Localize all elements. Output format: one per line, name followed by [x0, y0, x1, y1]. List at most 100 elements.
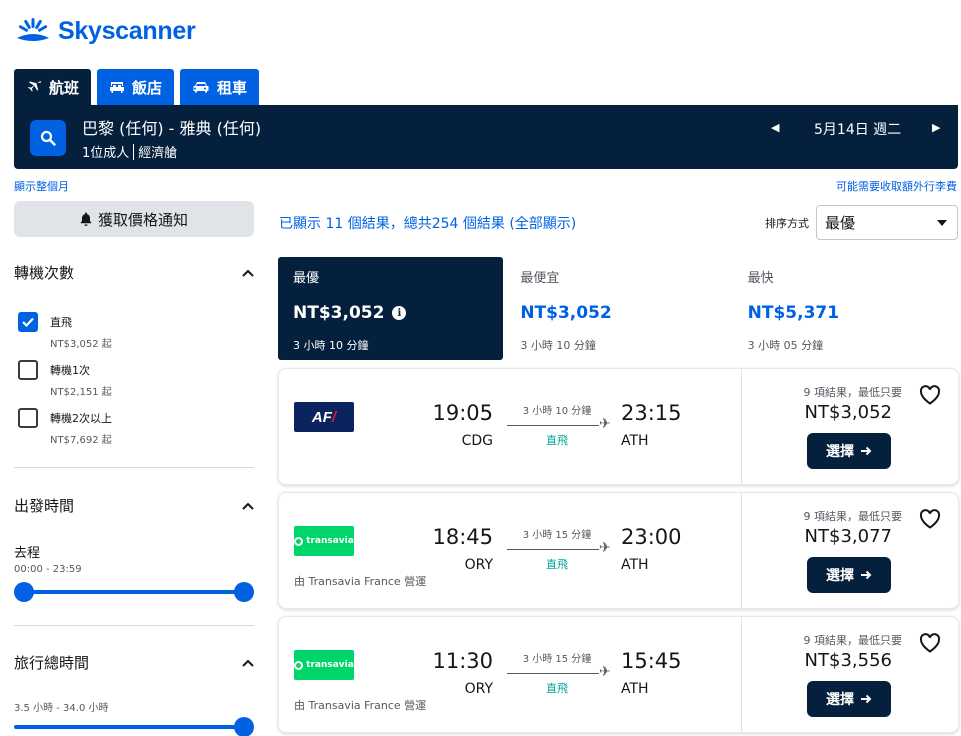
- search-button[interactable]: [30, 120, 66, 156]
- flight-duration: 3 小時 10 分鐘: [522, 406, 592, 417]
- results-summary[interactable]: 已顯示 11 個結果，總共254 個結果 (全部顯示): [279, 213, 576, 233]
- chevron-up-icon: [242, 269, 254, 277]
- sort-tab-name: 最快: [747, 271, 774, 286]
- arrow-right-icon: [861, 570, 872, 580]
- flight-duration: 3 小時 15 分鐘: [522, 654, 592, 665]
- plane-icon: ✈: [599, 540, 611, 556]
- product-tabs: 航班 飯店 租車: [14, 69, 260, 105]
- sort-label: 排序方式: [765, 217, 809, 230]
- departure-airport: ORY: [464, 557, 493, 573]
- heart-icon[interactable]: [919, 509, 941, 529]
- heart-icon[interactable]: [919, 385, 941, 405]
- airline-logo-text: transavia: [306, 536, 354, 546]
- duration-filter-title: 旅行總時間: [14, 654, 90, 672]
- sort-tab-best[interactable]: 最優 NT$3,052 i 3 小時 10 分鐘: [278, 257, 504, 360]
- cabin-class-text: 經濟艙: [138, 146, 178, 161]
- passenger-cabin[interactable]: 1位成人 經濟艙: [82, 142, 177, 161]
- plane-icon: [28, 81, 42, 92]
- route-line: [507, 425, 599, 426]
- price: NT$3,077: [804, 526, 892, 547]
- brand-name: Skyscanner: [58, 16, 196, 45]
- tab-label: 租車: [217, 78, 248, 97]
- heart-icon[interactable]: [919, 633, 941, 653]
- checkbox-unchecked[interactable]: [18, 360, 38, 380]
- slider-thumb-max[interactable]: [234, 717, 254, 736]
- sort-tab-name: 最優: [293, 271, 320, 286]
- duration-slider[interactable]: [14, 717, 254, 736]
- checkbox-unchecked[interactable]: [18, 408, 38, 428]
- skyscanner-logo[interactable]: Skyscanner: [14, 14, 196, 48]
- slider-thumb-min[interactable]: [14, 582, 34, 602]
- baggage-fees-link[interactable]: 可能需要收取額外行李費: [836, 178, 957, 194]
- stops-label: 直飛: [546, 682, 568, 695]
- arrow-right-icon: [861, 694, 872, 704]
- sunrise-icon: [17, 18, 49, 41]
- flight-result-card[interactable]: AF/ 19:05 CDG 3 小時 10 分鐘 ✈ 直飛 23:15 ATH …: [278, 368, 959, 485]
- price-alert-label: 獲取價格通知: [97, 210, 188, 229]
- filter-divider: [14, 625, 254, 626]
- bed-icon: [110, 82, 125, 93]
- checkmark-icon: [22, 317, 34, 327]
- stops-option-direct[interactable]: 直飛 NT$3,052 起: [18, 312, 112, 350]
- passengers-text: 1位成人: [82, 146, 130, 161]
- price: NT$3,556: [804, 650, 892, 671]
- route-line: [507, 549, 599, 550]
- airline-logo-text: transavia: [306, 660, 354, 670]
- tab-label: 航班: [49, 78, 80, 97]
- stops-label: 直飛: [546, 558, 568, 571]
- flight-result-card[interactable]: transavia 11:30 ORY 3 小時 15 分鐘 ✈ 直飛 15:4…: [278, 616, 959, 733]
- select-button[interactable]: 選擇: [807, 681, 891, 717]
- card-divider: [741, 617, 742, 732]
- departure-time-filter-header[interactable]: 出發時間: [14, 495, 254, 516]
- option-price: NT$7,692 起: [50, 435, 112, 446]
- select-button[interactable]: 選擇: [807, 557, 891, 593]
- option-price: NT$3,052 起: [50, 339, 112, 350]
- slider-thumb-max[interactable]: [234, 582, 254, 602]
- sort-select[interactable]: 最優: [816, 205, 958, 240]
- checkbox-checked[interactable]: [18, 312, 38, 332]
- plane-icon: ✈: [599, 416, 611, 432]
- departure-date[interactable]: 5月14日 週二: [814, 119, 901, 139]
- deals-count: 9 項結果，最低只要: [803, 510, 903, 523]
- sort-tabs: 最優 NT$3,052 i 3 小時 10 分鐘 最便宜 NT$3,052 3 …: [278, 257, 958, 360]
- sort-tab-duration: 3 小時 10 分鐘: [520, 339, 596, 352]
- transavia-mark: [294, 536, 304, 546]
- flight-result-card[interactable]: transavia 18:45 ORY 3 小時 15 分鐘 ✈ 直飛 23:0…: [278, 492, 959, 609]
- sort-tab-cheapest[interactable]: 最便宜 NT$3,052 3 小時 10 分鐘: [505, 257, 731, 360]
- search-summary-bar: 巴黎 (任何) - 雅典 (任何) 1位成人 經濟艙 ◀ 5月14日 週二 ▶: [14, 105, 958, 169]
- transavia-mark: [294, 660, 304, 670]
- option-label: 轉機1次: [50, 364, 90, 377]
- stops-option-two-plus[interactable]: 轉機2次以上 NT$7,692 起: [18, 408, 112, 446]
- filter-divider: [14, 467, 254, 468]
- departure-time-slider[interactable]: [14, 582, 254, 602]
- duration-filter-header[interactable]: 旅行總時間: [14, 652, 254, 673]
- price-alert-button[interactable]: 獲取價格通知: [14, 201, 254, 237]
- card-divider: [741, 493, 742, 608]
- tab-hotels[interactable]: 飯店: [97, 69, 175, 105]
- sort-tab-name: 最便宜: [520, 271, 560, 286]
- route-line: [507, 673, 599, 674]
- previous-date-icon[interactable]: ◀: [771, 121, 779, 134]
- chevron-up-icon: [242, 502, 254, 510]
- stops-filter-title: 轉機次數: [14, 264, 75, 282]
- stops-filter-header[interactable]: 轉機次數: [14, 262, 254, 283]
- airline-logo-text: AF: [311, 408, 332, 426]
- show-whole-month-link[interactable]: 顯示整個月: [14, 178, 69, 194]
- tab-flights[interactable]: 航班: [14, 69, 92, 105]
- select-label: 選擇: [826, 568, 854, 584]
- option-label: 直飛: [50, 316, 72, 329]
- info-icon[interactable]: i: [392, 306, 407, 320]
- sort-tab-price-row: NT$3,052 i: [293, 303, 488, 323]
- tab-car-hire[interactable]: 租車: [180, 69, 260, 105]
- departure-time: 19:05: [432, 401, 493, 425]
- stops-option-one-stop[interactable]: 轉機1次 NT$2,151 起: [18, 360, 112, 398]
- plane-icon: ✈: [599, 664, 611, 680]
- bell-icon: [80, 212, 92, 226]
- route-text[interactable]: 巴黎 (任何) - 雅典 (任何): [82, 115, 261, 139]
- price: NT$3,052: [804, 402, 892, 423]
- select-label: 選擇: [826, 444, 854, 460]
- next-date-icon[interactable]: ▶: [932, 121, 940, 134]
- select-button[interactable]: 選擇: [807, 433, 891, 469]
- deals-count: 9 項結果，最低只要: [803, 386, 903, 399]
- sort-tab-fastest[interactable]: 最快 NT$5,371 3 小時 05 分鐘: [732, 257, 958, 360]
